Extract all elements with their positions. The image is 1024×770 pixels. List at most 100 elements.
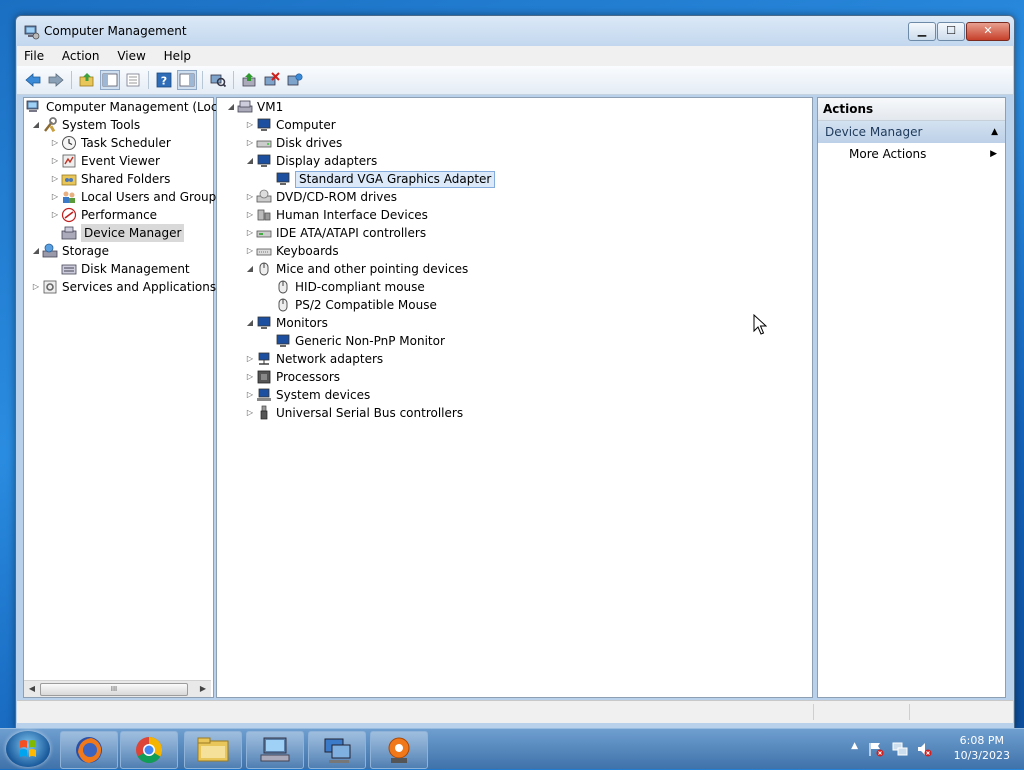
collapsed-arrow-icon[interactable]: ▷ <box>244 386 256 404</box>
tree-item-system-tools[interactable]: ◢ System Tools <box>30 116 140 134</box>
up-one-level-button[interactable] <box>77 70 97 90</box>
collapsed-arrow-icon[interactable]: ▷ <box>49 152 61 170</box>
device-standard-vga-adapter[interactable]: Standard VGA Graphics Adapter <box>275 170 496 188</box>
collapsed-arrow-icon[interactable]: ▷ <box>244 224 256 242</box>
collapsed-arrow-icon[interactable]: ▷ <box>49 170 61 188</box>
maximize-button[interactable]: ☐ <box>937 22 965 41</box>
collapsed-arrow-icon[interactable]: ▷ <box>244 350 256 368</box>
tree-item-storage[interactable]: ◢ Storage <box>30 242 109 260</box>
collapsed-arrow-icon[interactable]: ▷ <box>244 188 256 206</box>
network-status-icon[interactable] <box>892 741 908 757</box>
maximize-icon: ☐ <box>946 24 956 37</box>
tree-item-performance[interactable]: ▷ Performance <box>49 206 157 224</box>
volume-muted-icon[interactable] <box>916 741 932 757</box>
show-action-pane-button[interactable] <box>177 70 197 90</box>
tree-item-shared-folders[interactable]: ▷ Shared Folders <box>49 170 170 188</box>
collapsed-arrow-icon[interactable]: ▷ <box>49 134 61 152</box>
taskbar-media-app[interactable] <box>370 731 428 769</box>
device-category-display-adapters[interactable]: ◢ Display adapters <box>244 152 377 170</box>
update-driver-button[interactable] <box>239 70 259 90</box>
taskbar-chrome[interactable] <box>120 731 178 769</box>
device-category-keyboards[interactable]: ▷ Keyboards <box>244 242 339 260</box>
collapsed-arrow-icon[interactable]: ▷ <box>244 116 256 134</box>
tree-item-local-users-groups[interactable]: ▷ Local Users and Groups <box>49 188 223 206</box>
show-hide-console-tree-button[interactable] <box>100 70 120 90</box>
menu-view[interactable]: View <box>110 46 152 66</box>
scroll-left-arrow-icon[interactable]: ◀ <box>25 683 39 695</box>
collapsed-arrow-icon[interactable]: ▷ <box>244 368 256 386</box>
menu-help[interactable]: Help <box>157 46 198 66</box>
collapsed-arrow-icon[interactable]: ▷ <box>30 278 42 296</box>
scrollbar-thumb[interactable]: III <box>40 683 188 696</box>
tree-label: Mice and other pointing devices <box>276 262 469 276</box>
device-hid-mouse[interactable]: HID-compliant mouse <box>275 278 425 296</box>
menu-bar: File Action View Help <box>17 46 1013 66</box>
collapsed-arrow-icon[interactable]: ▷ <box>49 188 61 206</box>
device-tree-pane[interactable]: ◢ VM1 ▷ Computer ▷ Disk drives ◢ Display… <box>216 97 813 698</box>
device-ps2-mouse[interactable]: PS/2 Compatible Mouse <box>275 296 437 314</box>
computer-management-window: Computer Management ▁ ☐ ✕ File Action Vi… <box>15 15 1015 729</box>
minimize-button[interactable]: ▁ <box>908 22 936 41</box>
device-category-disk-drives[interactable]: ▷ Disk drives <box>244 134 342 152</box>
windows-logo-icon <box>20 740 36 757</box>
tree-item-computer-management[interactable]: Computer Management (Local <box>26 98 228 116</box>
device-category-processors[interactable]: ▷ Processors <box>244 368 340 386</box>
console-tree-pane[interactable]: Computer Management (Local ◢ System Tool… <box>23 97 228 698</box>
taskbar-file-explorer[interactable] <box>184 731 242 769</box>
action-center-flag-icon[interactable] <box>868 741 884 757</box>
actions-section-device-manager[interactable]: Device Manager ▲ <box>818 121 1005 143</box>
expanded-arrow-icon[interactable]: ◢ <box>244 314 256 332</box>
uninstall-device-button[interactable] <box>285 70 305 90</box>
show-hidden-icons-arrow[interactable]: ▲ <box>851 741 858 751</box>
expanded-arrow-icon[interactable]: ◢ <box>244 152 256 170</box>
taskbar-computer-management[interactable] <box>246 731 304 769</box>
forward-button[interactable] <box>46 70 66 90</box>
expanded-arrow-icon[interactable]: ◢ <box>244 260 256 278</box>
collapsed-arrow-icon[interactable]: ▷ <box>49 206 61 224</box>
collapsed-arrow-icon[interactable]: ▷ <box>244 404 256 422</box>
device-category-network[interactable]: ▷ Network adapters <box>244 350 383 368</box>
disable-device-button[interactable] <box>262 70 282 90</box>
device-category-system-devices[interactable]: ▷ System devices <box>244 386 370 404</box>
collapse-up-icon[interactable]: ▲ <box>991 121 998 143</box>
device-category-monitors[interactable]: ◢ Monitors <box>244 314 328 332</box>
tree-item-event-viewer[interactable]: ▷ Event Viewer <box>49 152 160 170</box>
tree-item-device-manager[interactable]: Device Manager <box>61 224 185 242</box>
collapsed-arrow-icon[interactable]: ▷ <box>244 134 256 152</box>
taskbar-network[interactable] <box>308 731 366 769</box>
back-button[interactable] <box>23 70 43 90</box>
device-category-dvd-cdrom[interactable]: ▷ DVD/CD-ROM drives <box>244 188 397 206</box>
device-category-hid[interactable]: ▷ Human Interface Devices <box>244 206 428 224</box>
device-category-mice[interactable]: ◢ Mice and other pointing devices <box>244 260 468 278</box>
tree-item-services-applications[interactable]: ▷ Services and Applications <box>30 278 216 296</box>
more-actions-item[interactable]: More Actions ▶ <box>818 143 1005 165</box>
clock[interactable]: 6:08 PM 10/3/2023 <box>954 733 1010 763</box>
start-button[interactable] <box>6 731 50 767</box>
menu-action[interactable]: Action <box>55 46 107 66</box>
title-bar[interactable]: Computer Management ▁ ☐ ✕ <box>16 16 1014 46</box>
tree-label: VM1 <box>257 100 284 114</box>
scroll-right-arrow-icon[interactable]: ▶ <box>196 683 210 695</box>
horizontal-scrollbar[interactable]: ◀ III ▶ <box>24 680 211 697</box>
taskbar-firefox[interactable] <box>60 731 118 769</box>
device-category-usb[interactable]: ▷ Universal Serial Bus controllers <box>244 404 463 422</box>
tree-item-disk-management[interactable]: Disk Management <box>61 260 190 278</box>
device-category-computer[interactable]: ▷ Computer <box>244 116 336 134</box>
tree-item-task-scheduler[interactable]: ▷ Task Scheduler <box>49 134 171 152</box>
scan-hardware-button[interactable] <box>208 70 228 90</box>
collapsed-arrow-icon[interactable]: ▷ <box>244 206 256 224</box>
close-button[interactable]: ✕ <box>966 22 1010 41</box>
collapsed-arrow-icon[interactable]: ▷ <box>244 242 256 260</box>
help-button[interactable]: ? <box>154 70 174 90</box>
menu-file[interactable]: File <box>17 46 51 66</box>
expanded-arrow-icon[interactable]: ◢ <box>30 116 42 134</box>
mouse-icon <box>278 280 288 294</box>
tree-label: HID-compliant mouse <box>295 280 425 294</box>
expanded-arrow-icon[interactable]: ◢ <box>30 242 42 260</box>
expanded-arrow-icon[interactable]: ◢ <box>225 98 237 116</box>
device-tree-root[interactable]: ◢ VM1 <box>225 98 283 116</box>
dvd-drive-icon <box>256 189 272 203</box>
properties-button[interactable] <box>123 70 143 90</box>
device-generic-monitor[interactable]: Generic Non-PnP Monitor <box>275 332 445 350</box>
device-category-ide[interactable]: ▷ IDE ATA/ATAPI controllers <box>244 224 426 242</box>
